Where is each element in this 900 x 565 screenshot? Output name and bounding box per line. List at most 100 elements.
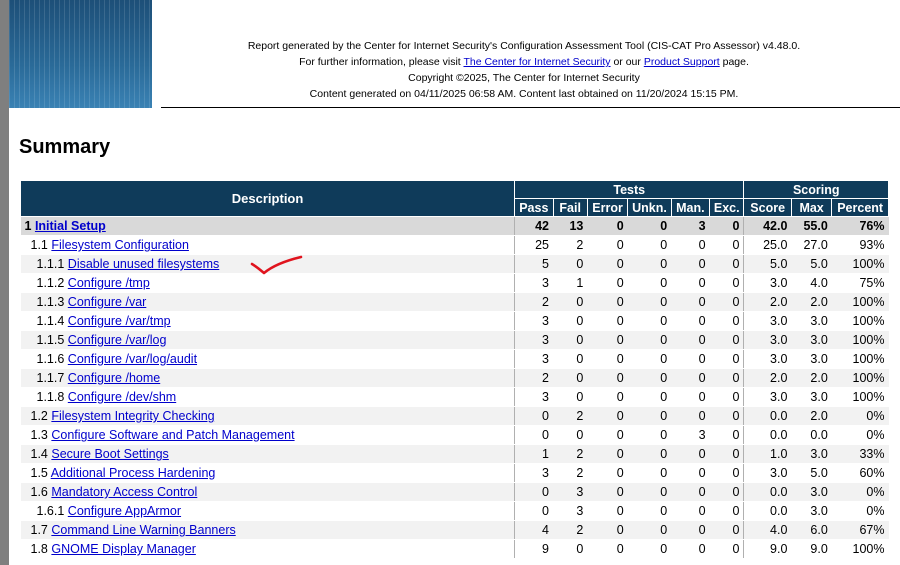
cell-max: 3.0 [791,444,832,464]
section-link[interactable]: Configure /var [68,295,147,309]
section-number: 1.1 [30,238,48,252]
table-row: 1.1 Filesystem Configuration 25 2 0 0 0 0 25.0 2… [20,235,889,255]
cell-max: 0.0 [791,425,832,445]
cell-fail: 0 [553,254,588,274]
cell-fail: 2 [553,444,588,464]
section-link[interactable]: Filesystem Integrity Checking [51,409,214,423]
col-header-percent: Percent [831,198,889,217]
cell-exc: 0 [709,235,744,255]
section-link[interactable]: Configure /home [68,371,160,385]
banner-line-content-dates: Content generated on 04/11/2025 06:58 AM… [309,88,739,100]
cell-exc: 0 [709,273,744,293]
section-number: 1 [24,219,32,233]
cell-unkn: 0 [627,235,672,255]
cell-unkn: 0 [627,444,672,464]
section-link[interactable]: Configure /var/log/audit [68,352,197,366]
row-description: 1.1.5 Configure /var/log [20,330,515,350]
cell-fail: 0 [553,539,588,559]
cell-error: 0 [587,254,628,274]
section-link[interactable]: Configure /var/log [68,333,167,347]
col-header-error: Error [586,198,629,217]
cell-fail: 0 [553,330,588,350]
cell-percent: 0% [831,482,889,502]
row-description: 1.6 Mandatory Access Control [20,482,515,502]
cell-score: 3.0 [743,349,792,369]
cell-error: 0 [587,216,628,236]
table-row: 1.1.7 Configure /home 2 0 0 0 0 0 2.0 2.0 100% [20,368,889,388]
cell-man: 0 [671,406,710,426]
section-number: 1.1.4 [36,314,65,328]
section-number: 1.5 [30,466,48,480]
section-link[interactable]: Additional Process Hardening [51,466,216,480]
row-description: 1.4 Secure Boot Settings [20,444,515,464]
cell-percent: 33% [831,444,889,464]
section-link[interactable]: Configure /var/tmp [68,314,171,328]
row-description: 1 Initial Setup [20,216,515,236]
cell-pass: 0 [514,482,553,502]
cell-max: 2.0 [791,292,832,312]
col-header-fail: Fail [552,198,588,217]
row-description: 1.1.6 Configure /var/log/audit [20,349,515,369]
cell-max: 9.0 [791,539,832,559]
section-link[interactable]: Command Line Warning Banners [51,523,235,537]
cell-exc: 0 [709,387,744,407]
cell-percent: 0% [831,425,889,445]
cell-unkn: 0 [627,330,672,350]
section-number: 1.8 [30,542,48,556]
cell-percent: 0% [831,501,889,521]
cell-man: 0 [671,482,710,502]
cell-exc: 0 [709,311,744,331]
cell-unkn: 0 [627,539,672,559]
cell-max: 6.0 [791,520,832,540]
cell-max: 27.0 [791,235,832,255]
section-link[interactable]: Configure AppArmor [68,504,181,518]
cell-pass: 25 [514,235,553,255]
product-support-link[interactable]: Product Support [644,56,720,68]
section-link[interactable]: Initial Setup [35,219,106,233]
col-header-max: Max [790,198,833,217]
cell-unkn: 0 [627,520,672,540]
row-description: 1.7 Command Line Warning Banners [20,520,515,540]
cell-man: 0 [671,254,710,274]
cell-max: 3.0 [791,387,832,407]
cell-error: 0 [587,387,628,407]
cell-man: 0 [671,444,710,464]
left-border-strip [0,0,9,565]
row-description: 1.5 Additional Process Hardening [20,463,515,483]
section-number: 1.6.1 [36,504,65,518]
report-banner: Report generated by the Center for Inter… [9,0,900,108]
table-row: 1.1.2 Configure /tmp 3 1 0 0 0 0 3.0 4.0 75% [20,273,889,293]
cell-exc: 0 [709,539,744,559]
section-link[interactable]: Secure Boot Settings [51,447,168,461]
cell-score: 0.0 [743,482,792,502]
cis-link[interactable]: The Center for Internet Security [463,56,610,68]
section-link[interactable]: Disable unused filesystems [68,257,219,271]
cell-unkn: 0 [627,311,672,331]
cell-error: 0 [587,406,628,426]
section-link[interactable]: Configure /tmp [68,276,150,290]
table-row: 1.4 Secure Boot Settings 1 2 0 0 0 0 1.0 3.0 33% [20,444,889,464]
cell-pass: 2 [514,368,553,388]
section-number: 1.1.1 [36,257,65,271]
section-link[interactable]: Configure Software and Patch Management [51,428,294,442]
red-checkmark-icon [250,255,303,275]
section-number: 1.2 [30,409,48,423]
banner-line-info: For further information, please visit Th… [299,56,749,68]
row-description: 1.1.7 Configure /home [20,368,515,388]
cell-percent: 100% [831,387,889,407]
section-link[interactable]: Mandatory Access Control [51,485,197,499]
cell-score: 3.0 [743,311,792,331]
section-link[interactable]: Configure /dev/shm [68,390,176,404]
section-link[interactable]: Filesystem Configuration [51,238,189,252]
cell-percent: 100% [831,330,889,350]
cell-percent: 76% [831,216,889,236]
cell-exc: 0 [709,292,744,312]
cell-error: 0 [587,425,628,445]
section-number: 1.1.5 [36,333,65,347]
cell-pass: 3 [514,349,553,369]
cell-fail: 0 [553,368,588,388]
table-row: 1.5 Additional Process Hardening 3 2 0 0 0 0 3.… [20,463,889,483]
cell-exc: 0 [709,216,744,236]
section-link[interactable]: GNOME Display Manager [51,542,196,556]
cell-percent: 60% [831,463,889,483]
